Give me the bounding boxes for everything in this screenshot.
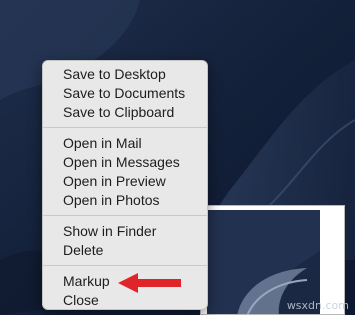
menu-separator	[43, 265, 207, 266]
menu-item-open-in-photos[interactable]: Open in Photos	[43, 191, 207, 210]
menu-item-save-to-documents[interactable]: Save to Documents	[43, 84, 207, 103]
watermark: wsxdn.com	[286, 299, 349, 312]
menu-item-delete[interactable]: Delete	[43, 241, 207, 260]
menu-separator	[43, 127, 207, 128]
menu-item-open-in-preview[interactable]: Open in Preview	[43, 172, 207, 191]
menu-separator	[43, 215, 207, 216]
menu-item-save-to-desktop[interactable]: Save to Desktop	[43, 65, 207, 84]
menu-item-open-in-messages[interactable]: Open in Messages	[43, 153, 207, 172]
red-arrow-icon	[118, 273, 181, 293]
menu-item-save-to-clipboard[interactable]: Save to Clipboard	[43, 103, 207, 122]
menu-item-open-in-mail[interactable]: Open in Mail	[43, 134, 207, 153]
menu-item-close[interactable]: Close	[43, 291, 207, 310]
menu-item-show-in-finder[interactable]: Show in Finder	[43, 222, 207, 241]
